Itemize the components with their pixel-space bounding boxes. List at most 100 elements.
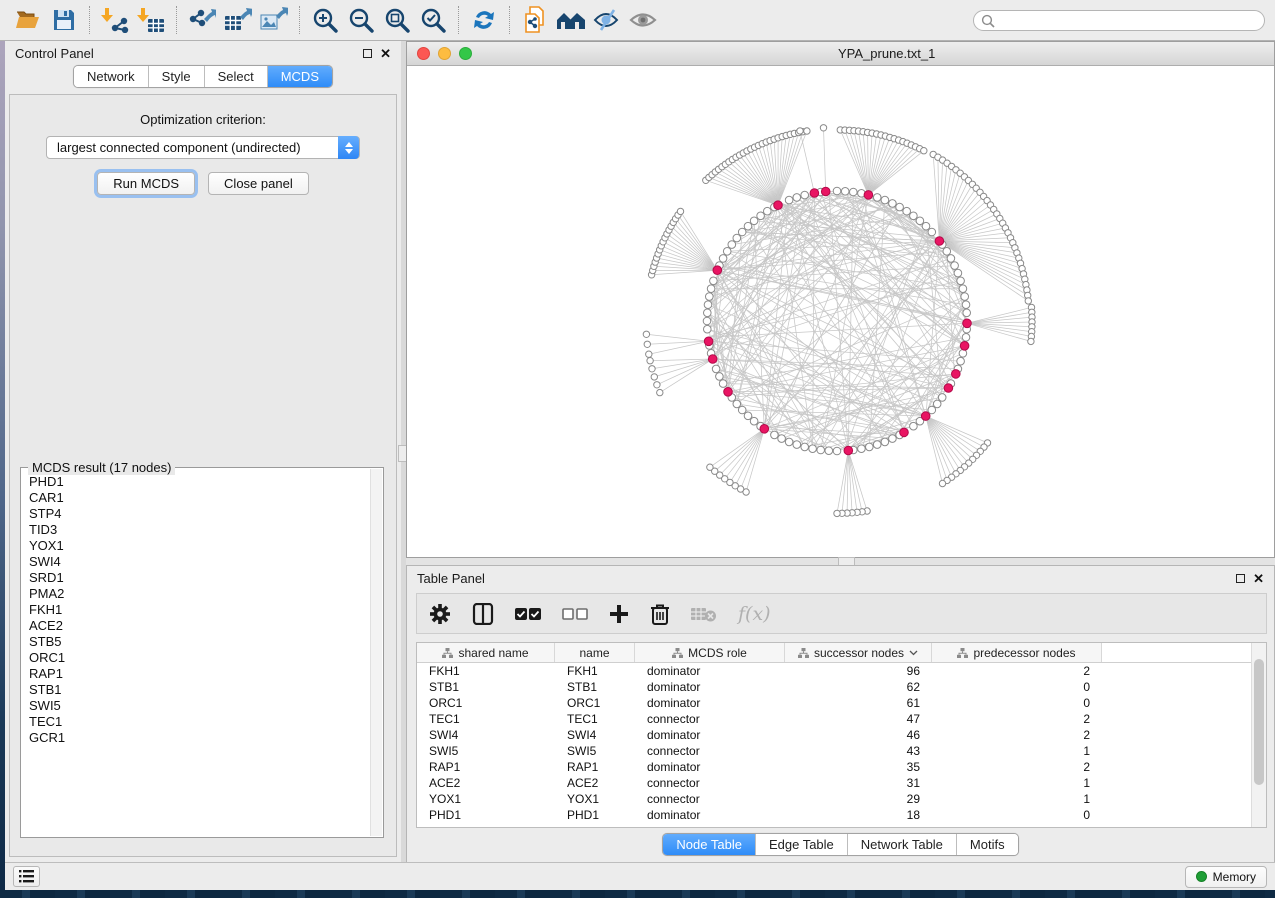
graph-node[interactable] bbox=[820, 125, 826, 131]
graph-node[interactable] bbox=[778, 435, 786, 443]
table-row[interactable]: SWI4SWI4dominator462 bbox=[417, 727, 1266, 743]
graph-node[interactable] bbox=[651, 374, 657, 380]
first-neighbors-icon[interactable] bbox=[556, 5, 586, 35]
graph-node[interactable] bbox=[643, 331, 649, 337]
float-panel-icon[interactable] bbox=[363, 49, 372, 58]
graph-node[interactable] bbox=[881, 438, 889, 446]
graph-node[interactable] bbox=[889, 200, 897, 208]
hide-selected-icon[interactable] bbox=[592, 5, 622, 35]
graph-node[interactable] bbox=[657, 389, 663, 395]
graph-node[interactable] bbox=[962, 301, 970, 309]
graph-node[interactable] bbox=[959, 285, 967, 293]
mcds-result-item[interactable]: FKH1 bbox=[29, 602, 375, 618]
run-mcds-button[interactable]: Run MCDS bbox=[97, 172, 195, 195]
mcds-result-item[interactable]: SWI5 bbox=[29, 698, 375, 714]
search-input[interactable] bbox=[973, 10, 1265, 31]
mcds-result-item[interactable]: ACE2 bbox=[29, 618, 375, 634]
graph-node[interactable] bbox=[809, 445, 817, 453]
graph-node[interactable] bbox=[962, 334, 970, 342]
graph-node[interactable] bbox=[704, 309, 712, 317]
graph-node[interactable] bbox=[833, 187, 841, 195]
graph-node[interactable] bbox=[707, 285, 715, 293]
graph-node[interactable] bbox=[947, 255, 955, 263]
graph-node[interactable] bbox=[703, 317, 711, 325]
column-header-predecessor-nodes[interactable]: predecessor nodes bbox=[932, 643, 1102, 662]
graph-node[interactable] bbox=[646, 351, 652, 357]
graph-node[interactable] bbox=[771, 431, 779, 439]
graph-node-mcds-gcr1[interactable] bbox=[724, 388, 733, 397]
zoom-fit-icon[interactable] bbox=[382, 5, 412, 35]
zoom-in-icon[interactable] bbox=[310, 5, 340, 35]
graph-node[interactable] bbox=[793, 441, 801, 449]
graph-node[interactable] bbox=[744, 222, 752, 230]
save-session-icon[interactable] bbox=[49, 5, 79, 35]
graph-node-mcds-ace2[interactable] bbox=[963, 319, 972, 328]
graph-node[interactable] bbox=[804, 128, 810, 134]
graph-node-mcds-tid3[interactable] bbox=[960, 342, 969, 351]
graph-node-mcds-tec1[interactable] bbox=[713, 266, 722, 275]
mcds-result-item[interactable]: PHD1 bbox=[29, 474, 375, 490]
refresh-layout-icon[interactable] bbox=[469, 5, 499, 35]
graph-node[interactable] bbox=[957, 277, 965, 285]
column-header-name[interactable]: name bbox=[555, 643, 635, 662]
table-row[interactable]: YOX1YOX1connector291 bbox=[417, 791, 1266, 807]
graph-node[interactable] bbox=[677, 208, 683, 214]
graph-node[interactable] bbox=[963, 309, 971, 317]
network-graph[interactable] bbox=[407, 66, 1274, 557]
graph-node[interactable] bbox=[723, 248, 731, 256]
graph-node[interactable] bbox=[719, 380, 727, 388]
graph-node-mcds-fkh1[interactable] bbox=[935, 237, 944, 246]
table-row[interactable]: PHD1PHD1dominator180 bbox=[417, 807, 1266, 823]
graph-node[interactable] bbox=[959, 350, 967, 358]
tab-mcds[interactable]: MCDS bbox=[267, 66, 332, 87]
split-columns-icon[interactable] bbox=[472, 603, 494, 625]
result-scrollbar[interactable] bbox=[370, 469, 382, 836]
graph-node[interactable] bbox=[704, 325, 712, 333]
table-row[interactable]: FKH1FKH1dominator962 bbox=[417, 663, 1266, 679]
zoom-out-icon[interactable] bbox=[346, 5, 376, 35]
network-canvas[interactable] bbox=[407, 66, 1274, 557]
graph-node[interactable] bbox=[738, 406, 746, 414]
graph-node[interactable] bbox=[921, 148, 927, 154]
mcds-result-item[interactable]: YOX1 bbox=[29, 538, 375, 554]
tab-network-table[interactable]: Network Table bbox=[847, 834, 956, 855]
show-all-icon[interactable] bbox=[628, 5, 658, 35]
graph-node[interactable] bbox=[889, 435, 897, 443]
graph-node[interactable] bbox=[738, 228, 746, 236]
close-window-icon[interactable] bbox=[417, 47, 430, 60]
graph-node[interactable] bbox=[797, 128, 803, 134]
graph-node[interactable] bbox=[957, 357, 965, 365]
table-row[interactable]: STB1STB1dominator620 bbox=[417, 679, 1266, 695]
mcds-result-item[interactable]: ORC1 bbox=[29, 650, 375, 666]
graph-node-mcds-orc1[interactable] bbox=[864, 191, 873, 200]
graph-node[interactable] bbox=[707, 464, 713, 470]
graph-node[interactable] bbox=[704, 301, 712, 309]
mcds-result-item[interactable]: CAR1 bbox=[29, 490, 375, 506]
horizontal-splitter[interactable] bbox=[406, 558, 1275, 565]
graph-node[interactable] bbox=[728, 241, 736, 249]
close-panel-icon[interactable]: ✕ bbox=[380, 47, 391, 60]
graph-node[interactable] bbox=[833, 447, 841, 455]
select-all-checkboxes-icon[interactable] bbox=[515, 607, 541, 621]
graph-node[interactable] bbox=[910, 212, 918, 220]
export-image-icon[interactable] bbox=[259, 5, 289, 35]
table-row[interactable]: SWI5SWI5connector431 bbox=[417, 743, 1266, 759]
graph-node[interactable] bbox=[916, 217, 924, 225]
export-network-icon[interactable] bbox=[187, 5, 217, 35]
graph-node[interactable] bbox=[712, 365, 720, 373]
graph-node[interactable] bbox=[757, 212, 765, 220]
graph-node-mcds-yox1[interactable] bbox=[708, 355, 717, 364]
mcds-result-item[interactable]: SRD1 bbox=[29, 570, 375, 586]
graph-node[interactable] bbox=[649, 366, 655, 372]
graph-node[interactable] bbox=[744, 412, 752, 420]
gear-icon[interactable] bbox=[429, 603, 451, 625]
tab-edge-table[interactable]: Edge Table bbox=[755, 834, 847, 855]
graph-node[interactable] bbox=[903, 207, 911, 215]
graph-node[interactable] bbox=[793, 194, 801, 202]
graph-node-mcds-swi4[interactable] bbox=[921, 412, 930, 421]
graph-node[interactable] bbox=[873, 441, 881, 449]
mcds-result-item[interactable]: STP4 bbox=[29, 506, 375, 522]
mcds-result-item[interactable]: SWI4 bbox=[29, 554, 375, 570]
graph-node[interactable] bbox=[801, 191, 809, 199]
graph-node[interactable] bbox=[785, 438, 793, 446]
